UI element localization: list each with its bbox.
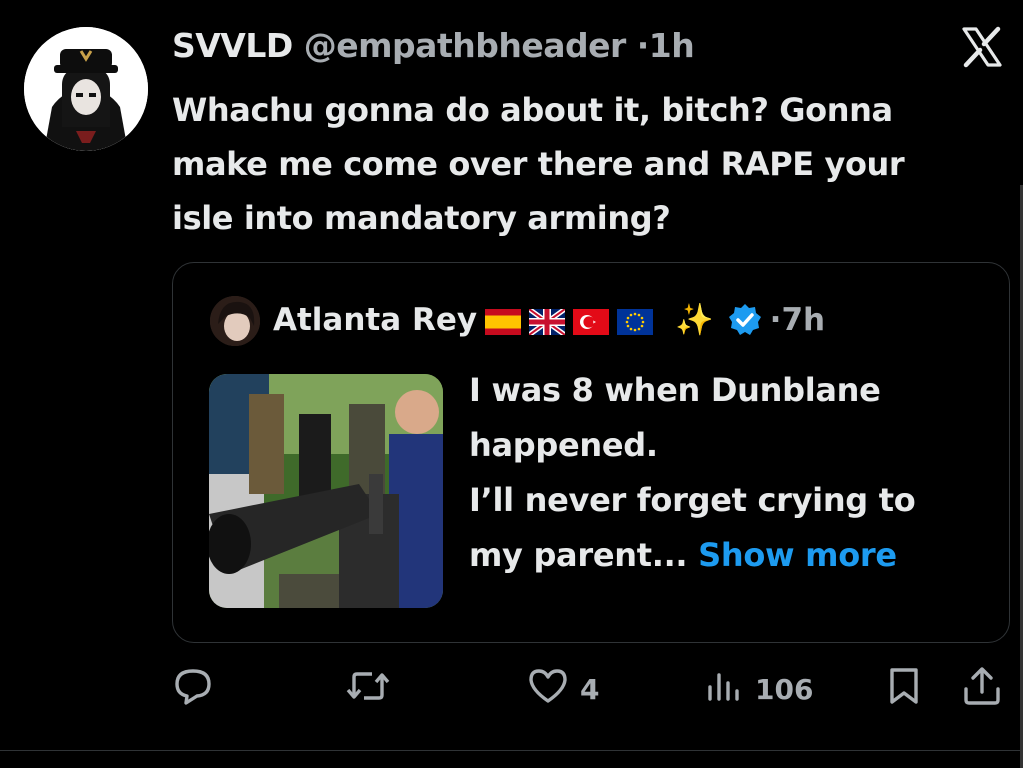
quoted-tweet-header: Atlanta Rey ✨ · 7h — [273, 301, 825, 339]
tweet-header: SVVLD @empathbheader ·1h — [172, 26, 695, 65]
quoted-tweet-card[interactable]: Atlanta Rey ✨ · 7h I was 8 when Dunblane… — [172, 262, 1010, 643]
quoted-tweet-timestamp[interactable]: 7h — [781, 302, 825, 338]
like-count: 4 — [580, 673, 600, 706]
ellipsis: ... — [651, 536, 688, 574]
author-display-name[interactable]: SVVLD — [172, 26, 293, 65]
share-button[interactable] — [960, 665, 1004, 714]
tweet-divider — [0, 750, 1023, 751]
share-icon — [960, 665, 1004, 714]
quoted-text-line: happened. — [469, 426, 658, 464]
tweet-text-line: isle into mandatory arming? — [172, 199, 671, 237]
quoted-tweet-media[interactable] — [209, 374, 443, 608]
quoted-avatar-image — [210, 296, 260, 346]
x-logo-icon — [961, 26, 1003, 68]
bookmark-icon — [884, 665, 924, 714]
tweet-action-bar: 4 106 — [0, 665, 1023, 720]
retweet-button[interactable] — [344, 665, 402, 714]
machine-gun-photo — [209, 374, 443, 608]
quoted-separator-dot: · — [769, 301, 782, 338]
views-chart-icon — [705, 665, 745, 714]
reply-button[interactable] — [172, 665, 224, 714]
tweet-timestamp[interactable]: 1h — [649, 26, 695, 65]
quoted-text-line: my parent — [469, 536, 652, 574]
quoted-tweet-text: I was 8 when Dunblane happened. I’ll nev… — [469, 363, 989, 583]
eu-flag-icon — [617, 307, 654, 335]
like-button[interactable]: 4 — [526, 665, 599, 714]
heart-icon — [526, 665, 570, 714]
reply-icon — [172, 665, 214, 714]
author-avatar[interactable] — [24, 27, 148, 151]
quoted-author-display-name[interactable]: Atlanta Rey — [273, 302, 477, 338]
uk-flag-icon — [527, 306, 567, 337]
tweet-text: Whachu gonna do about it, bitch? Gonna m… — [172, 83, 1012, 245]
quoted-author-avatar[interactable] — [210, 296, 260, 346]
views-button[interactable]: 106 — [705, 665, 813, 714]
quoted-text-line: I was 8 when Dunblane — [469, 371, 881, 409]
tweet-text-line: make me come over there and RAPE your — [172, 145, 905, 183]
verified-badge-icon — [728, 303, 762, 337]
author-handle[interactable]: @empathbheader — [304, 26, 626, 65]
bookmark-button[interactable] — [884, 665, 924, 714]
spain-flag-icon — [485, 307, 522, 335]
quoted-text-line: I’ll never forget crying to — [469, 481, 916, 519]
quoted-text-line-last: my parent... Show more — [469, 528, 989, 583]
show-more-link[interactable]: Show more — [698, 536, 897, 574]
retweet-icon — [344, 665, 392, 714]
turkey-flag-icon — [573, 307, 610, 335]
views-count: 106 — [755, 673, 814, 706]
separator-dot: · — [636, 26, 650, 65]
tweet-text-line: Whachu gonna do about it, bitch? Gonna — [172, 91, 893, 129]
sparkles-icon: ✨ — [675, 302, 714, 338]
author-avatar-image — [24, 27, 148, 151]
